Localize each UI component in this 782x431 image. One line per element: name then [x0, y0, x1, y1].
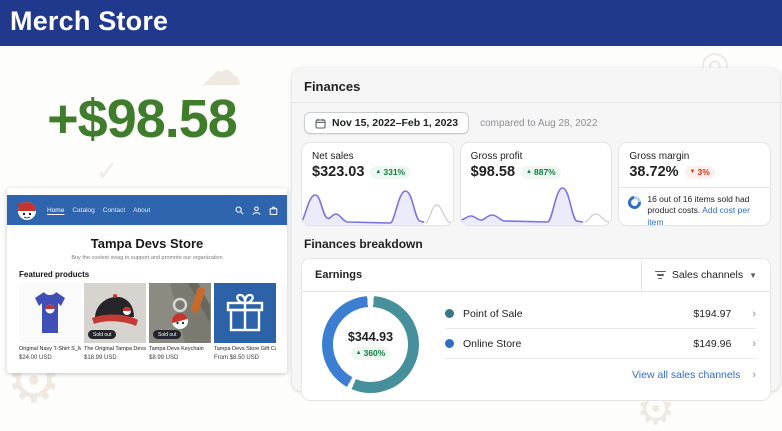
- sales-channels-filter-button[interactable]: Sales channels ▼: [641, 259, 770, 291]
- net-sales-sparkline: [302, 179, 453, 225]
- store-nav-contact[interactable]: Contact: [103, 207, 125, 214]
- product-price: From $8.50 USD: [214, 355, 276, 361]
- metric-label: Gross profit: [471, 151, 602, 162]
- view-all-sales-channels-link[interactable]: View all sales channels ›: [445, 359, 756, 390]
- product-card-hat[interactable]: Sold out The Original Tampa Devs Hat $18…: [84, 283, 146, 361]
- delta-badge: ▲ 887%: [521, 166, 561, 179]
- finances-title: Finances: [302, 77, 770, 102]
- chevron-down-icon: ▼: [749, 271, 757, 280]
- store-logo-icon: [16, 199, 38, 221]
- filter-label: Sales channels: [672, 269, 743, 281]
- calendar-icon: [315, 118, 326, 129]
- filter-icon: [655, 271, 666, 279]
- product-name: Original Navy T-Shirt S_M_L_XL: [19, 346, 81, 353]
- product-image-hat: Sold out: [84, 283, 146, 343]
- account-icon[interactable]: [252, 206, 261, 215]
- product-image-tshirt: [19, 283, 81, 343]
- store-nav-catalog[interactable]: Catalog: [72, 207, 94, 214]
- date-range-button[interactable]: Nov 15, 2022–Feb 1, 2023: [304, 112, 469, 134]
- earnings-donut-chart: $344.93 ▲ 360%: [322, 296, 419, 393]
- store-screenshot: Home Catalog Contact About: [7, 188, 287, 373]
- product-name: The Original Tampa Devs Hat: [84, 346, 146, 353]
- channel-row-online-store[interactable]: Online Store $149.96 ›: [445, 329, 756, 359]
- cart-icon[interactable]: [269, 206, 278, 215]
- profit-highlight: +$98.58: [10, 88, 274, 150]
- gross-profit-card: Gross profit $98.58 ▲ 887%: [461, 143, 612, 225]
- progress-ring-icon: [626, 193, 644, 211]
- metric-value: $98.58: [471, 164, 515, 180]
- app-header: Merch Store: [0, 0, 782, 46]
- store-title: Tampa Devs Store: [7, 236, 287, 251]
- gross-profit-sparkline: [461, 179, 612, 225]
- finances-breakdown-title: Finances breakdown: [304, 237, 768, 251]
- product-name: Tampa Devs Store Gift Card: [214, 346, 276, 353]
- chevron-right-icon: ›: [752, 308, 756, 320]
- store-header-icons: [235, 206, 278, 215]
- product-card-tshirt[interactable]: Original Navy T-Shirt S_M_L_XL $24.00 US…: [19, 283, 81, 361]
- product-image-keychain: Sold out: [149, 283, 211, 343]
- product-image-gift-card: [214, 283, 276, 343]
- chevron-right-icon: ›: [752, 338, 756, 350]
- metric-label: Gross margin: [629, 151, 760, 162]
- compared-to-label: compared to Aug 28, 2022: [480, 118, 597, 129]
- store-nav: Home Catalog Contact About: [47, 207, 150, 214]
- gross-margin-card: Gross margin 38.72% ▼ 3% 16 out of 16 it…: [619, 143, 770, 225]
- store-header: Home Catalog Contact About: [7, 195, 287, 225]
- date-filter-row: Nov 15, 2022–Feb 1, 2023 compared to Aug…: [304, 112, 768, 134]
- product-card-keychain[interactable]: Sold out Tampa Devs Keychain $8.99 USD: [149, 283, 211, 361]
- divider: [292, 102, 780, 103]
- product-price: $24.00 USD: [19, 355, 81, 361]
- product-card-gift-card[interactable]: Tampa Devs Store Gift Card From $8.50 US…: [214, 283, 276, 361]
- product-name: Tampa Devs Keychain: [149, 346, 211, 353]
- metric-label: Net sales: [312, 151, 443, 162]
- gift-icon: [214, 283, 276, 343]
- slide-canvas: ⚙ ☁ ◎ ⚙ ✓ Merch Store +$98.58 Home Catal…: [0, 0, 782, 431]
- featured-products-title: Featured products: [19, 270, 287, 279]
- arrow-up-icon: ▲: [356, 350, 362, 356]
- earnings-header: Earnings Sales channels ▼: [302, 259, 770, 291]
- store-nav-about[interactable]: About: [133, 207, 150, 214]
- metric-cards: Net sales $323.03 ▲ 331%: [302, 143, 770, 225]
- featured-products: Original Navy T-Shirt S_M_L_XL $24.00 US…: [7, 283, 287, 361]
- earnings-body: $344.93 ▲ 360% Point of Sale $194.97 ›: [302, 292, 770, 393]
- channel-row-point-of-sale[interactable]: Point of Sale $194.97 ›: [445, 299, 756, 329]
- metric-value: 38.72%: [629, 164, 678, 180]
- metric-value: $323.03: [312, 164, 364, 180]
- arrow-up-icon: ▲: [375, 169, 381, 175]
- product-price: $18.99 USD: [84, 355, 146, 361]
- arrow-down-icon: ▼: [690, 169, 696, 175]
- store-subtitle: Buy the coolest swag to support and prom…: [7, 255, 287, 261]
- channel-dot-icon: [445, 309, 454, 318]
- date-range-label: Nov 15, 2022–Feb 1, 2023: [332, 117, 458, 129]
- earnings-delta-badge: ▲ 360%: [351, 347, 391, 360]
- channel-dot-icon: [445, 339, 454, 348]
- arrow-up-icon: ▲: [526, 169, 532, 175]
- sold-out-badge: Sold out: [153, 330, 181, 339]
- search-icon[interactable]: [235, 206, 244, 215]
- earnings-total: $344.93: [348, 330, 393, 344]
- earnings-card: Earnings Sales channels ▼ $344.93 ▲ 360%: [302, 259, 770, 400]
- delta-badge: ▼ 3%: [685, 166, 715, 179]
- background-doodle-check: ✓: [96, 156, 118, 187]
- channel-list: Point of Sale $194.97 › Online Store $14…: [445, 299, 756, 390]
- chevron-right-icon: ›: [752, 369, 756, 381]
- product-price: $8.99 USD: [149, 355, 211, 361]
- earnings-title: Earnings: [302, 269, 641, 281]
- net-sales-card: Net sales $323.03 ▲ 331%: [302, 143, 453, 225]
- sold-out-badge: Sold out: [88, 330, 116, 339]
- finances-panel: Finances Nov 15, 2022–Feb 1, 2023 compar…: [292, 68, 780, 391]
- delta-badge: ▲ 331%: [370, 166, 410, 179]
- store-nav-home[interactable]: Home: [47, 207, 64, 214]
- product-costs-note: 16 out of 16 items sold had product cost…: [619, 187, 770, 225]
- page-title: Merch Store: [10, 6, 168, 37]
